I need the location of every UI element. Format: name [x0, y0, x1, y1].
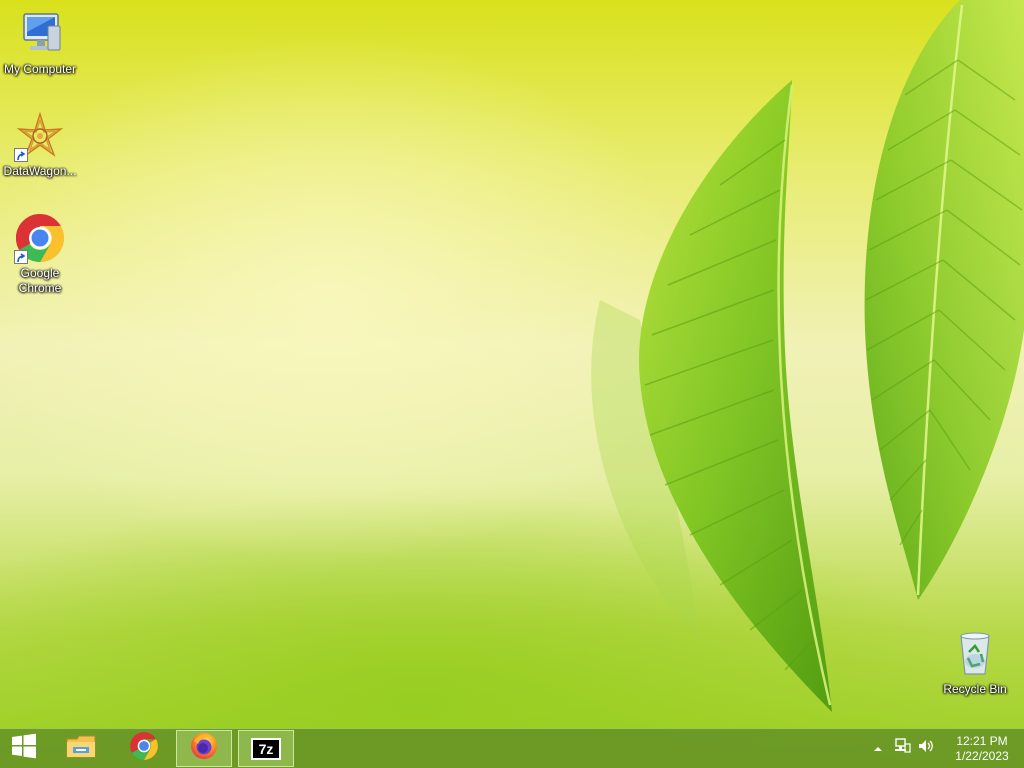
chrome-icon	[14, 212, 66, 264]
datawagon-icon	[14, 110, 66, 162]
chrome-icon	[129, 731, 159, 766]
show-hidden-icons-button[interactable]	[866, 729, 890, 768]
shortcut-arrow-icon	[14, 250, 28, 264]
taskbar-clock[interactable]: 12:21 PM 1/22/2023	[944, 734, 1020, 764]
wallpaper-leaves	[591, 0, 1024, 712]
desktop[interactable]: My Computer DataWagon... Google Chrome R…	[0, 0, 1024, 768]
desktop-icon-label: My Computer	[3, 62, 77, 76]
taskbar-firefox-button[interactable]	[176, 730, 232, 767]
clock-time: 12:21 PM	[956, 733, 1008, 748]
firefox-icon	[189, 731, 219, 766]
network-tray-button[interactable]	[890, 729, 914, 768]
taskbar: 7z 12:21 PM 1/22/2023	[0, 728, 1024, 768]
desktop-icon-label: DataWagon...	[3, 164, 77, 178]
system-tray: 12:21 PM 1/22/2023	[866, 729, 1024, 768]
desktop-icon-google-chrome[interactable]: Google Chrome	[0, 212, 80, 296]
computer-icon	[14, 8, 66, 60]
network-icon	[893, 738, 911, 759]
taskbar-7zip-button[interactable]: 7z	[238, 730, 294, 767]
desktop-icon-my-computer[interactable]: My Computer	[0, 8, 80, 77]
recycle-bin-icon	[949, 628, 1001, 680]
taskbar-chrome-button[interactable]	[116, 730, 172, 767]
desktop-icon-label: Recycle Bin	[943, 682, 1007, 696]
shortcut-arrow-icon	[14, 148, 28, 162]
desktop-icon-recycle-bin[interactable]: Recycle Bin	[935, 628, 1015, 697]
taskbar-file-explorer-button[interactable]	[53, 730, 109, 767]
windows-logo-icon	[11, 733, 37, 764]
file-explorer-icon	[65, 731, 97, 766]
clock-date: 1/22/2023	[955, 748, 1009, 763]
desktop-icon-label: Google Chrome	[18, 266, 62, 295]
start-button[interactable]	[0, 729, 48, 768]
7zip-icon: 7z	[251, 737, 281, 760]
desktop-icon-datawagon[interactable]: DataWagon...	[0, 110, 80, 179]
volume-tray-button[interactable]	[914, 729, 938, 768]
chevron-up-icon	[873, 740, 883, 758]
volume-icon	[917, 738, 935, 759]
